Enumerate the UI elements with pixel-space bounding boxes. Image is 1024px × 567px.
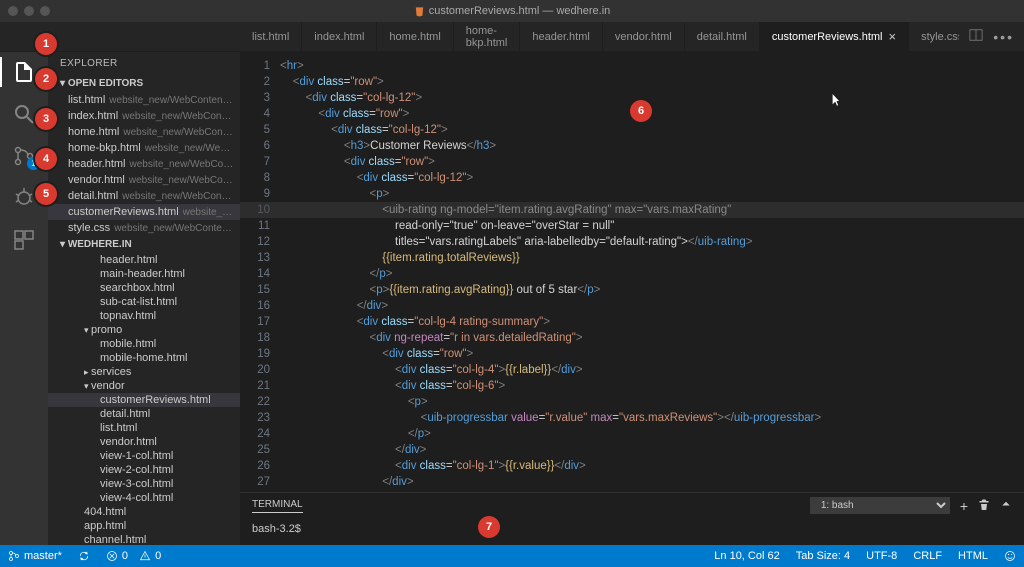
tree-file[interactable]: app.html bbox=[48, 519, 240, 533]
callout-badge: 6 bbox=[630, 100, 652, 122]
explorer-icon[interactable] bbox=[12, 60, 36, 84]
tree-file[interactable]: list.html bbox=[48, 421, 240, 435]
editor-tab[interactable]: list.html bbox=[240, 22, 302, 51]
window-titlebar: customerReviews.html — wedhere.in bbox=[0, 0, 1024, 22]
project-root[interactable]: ▾ WEDHERE.IN bbox=[48, 236, 240, 253]
editor-tab[interactable]: header.html bbox=[520, 22, 602, 51]
tree-file[interactable]: topnav.html bbox=[48, 309, 240, 323]
tree-file[interactable]: channel.html bbox=[48, 533, 240, 545]
open-editor-item[interactable]: style.css website_new/WebContent/css bbox=[48, 220, 240, 236]
new-terminal-icon[interactable]: + bbox=[960, 498, 968, 514]
terminal-selector[interactable]: 1: bash bbox=[810, 497, 950, 514]
status-problems[interactable]: 0 0 bbox=[98, 550, 169, 562]
tree-file[interactable]: detail.html bbox=[48, 407, 240, 421]
tree-file[interactable]: 404.html bbox=[48, 505, 240, 519]
search-icon[interactable] bbox=[12, 102, 36, 126]
html-file-icon bbox=[414, 6, 425, 17]
editor-tab[interactable]: customerReviews.html× bbox=[760, 22, 909, 51]
editor-tab[interactable]: index.html bbox=[302, 22, 377, 51]
tree-file[interactable]: header.html bbox=[48, 253, 240, 267]
split-editor-icon[interactable] bbox=[969, 28, 983, 45]
open-editor-item[interactable]: detail.html website_new/WebContent/view.… bbox=[48, 188, 240, 204]
mac-max-dot[interactable] bbox=[40, 6, 50, 16]
maximize-panel-icon[interactable] bbox=[1000, 498, 1012, 513]
more-actions-icon[interactable]: ••• bbox=[993, 29, 1014, 45]
callout-badge: 7 bbox=[478, 516, 500, 538]
tree-file[interactable]: main-header.html bbox=[48, 267, 240, 281]
tab-close-icon[interactable]: × bbox=[889, 29, 897, 44]
line-gutter: 1234567891011121314151617181920212223242… bbox=[240, 52, 280, 492]
sidebar: EXPLORER ▾ OPEN EDITORS list.html websit… bbox=[48, 52, 240, 545]
callout-badge: 5 bbox=[35, 183, 57, 205]
callout-badge: 1 bbox=[35, 33, 57, 55]
terminal-tab[interactable]: TERMINAL bbox=[252, 499, 303, 513]
status-encoding[interactable]: UTF-8 bbox=[858, 550, 905, 562]
tree-folder[interactable]: promo bbox=[48, 323, 240, 337]
extensions-icon[interactable] bbox=[12, 228, 36, 252]
mac-close-dot[interactable] bbox=[8, 6, 18, 16]
terminal-panel: TERMINAL 1: bash + bash-3.2$ bbox=[240, 492, 1024, 545]
kill-terminal-icon[interactable] bbox=[978, 498, 990, 513]
open-editor-item[interactable]: home-bkp.html website_new/WebContent... bbox=[48, 140, 240, 156]
editor-tab[interactable]: style.css bbox=[909, 22, 959, 51]
editor-tab[interactable]: detail.html bbox=[685, 22, 760, 51]
callout-badge: 4 bbox=[35, 148, 57, 170]
open-editor-item[interactable]: home.html website_new/WebContent/views bbox=[48, 124, 240, 140]
status-language[interactable]: HTML bbox=[950, 550, 996, 562]
editor-tab[interactable]: vendor.html bbox=[603, 22, 685, 51]
tree-file[interactable]: customerReviews.html bbox=[48, 393, 240, 407]
tree-file[interactable]: searchbox.html bbox=[48, 281, 240, 295]
open-editor-item[interactable]: customerReviews.html website_new/We... bbox=[48, 204, 240, 220]
debug-icon[interactable] bbox=[12, 186, 36, 210]
tree-folder[interactable]: services bbox=[48, 365, 240, 379]
mouse-cursor-icon bbox=[830, 92, 846, 113]
tree-file[interactable]: vendor.html bbox=[48, 435, 240, 449]
tree-folder[interactable]: vendor bbox=[48, 379, 240, 393]
scm-icon[interactable]: 1 bbox=[12, 144, 36, 168]
tree-file[interactable]: view-3-col.html bbox=[48, 477, 240, 491]
callout-badge: 3 bbox=[35, 108, 57, 130]
status-sync[interactable] bbox=[70, 550, 98, 562]
editor-tab[interactable]: home-bkp.html bbox=[454, 22, 521, 51]
tree-file[interactable]: mobile-home.html bbox=[48, 351, 240, 365]
open-editor-item[interactable]: header.html website_new/WebContent/vie..… bbox=[48, 156, 240, 172]
tree-file[interactable]: view-1-col.html bbox=[48, 449, 240, 463]
terminal-body[interactable]: bash-3.2$ bbox=[240, 518, 1024, 545]
window-title: customerReviews.html — wedhere.in bbox=[414, 5, 611, 17]
status-feedback-icon[interactable] bbox=[996, 550, 1024, 562]
status-bar: master* 0 0 Ln 10, Col 62 Tab Size: 4 UT… bbox=[0, 545, 1024, 567]
tree-file[interactable]: sub-cat-list.html bbox=[48, 295, 240, 309]
mac-min-dot[interactable] bbox=[24, 6, 34, 16]
editor-tab[interactable]: home.html bbox=[377, 22, 453, 51]
tree-file[interactable]: mobile.html bbox=[48, 337, 240, 351]
open-editor-item[interactable]: list.html website_new/WebContent/views/v… bbox=[48, 92, 240, 108]
editor-tabbar: list.htmlindex.htmlhome.htmlhome-bkp.htm… bbox=[0, 22, 1024, 52]
open-editor-item[interactable]: index.html website_new/WebContent bbox=[48, 108, 240, 124]
status-cursor-pos[interactable]: Ln 10, Col 62 bbox=[706, 550, 787, 562]
tree-file[interactable]: view-4-col.html bbox=[48, 491, 240, 505]
status-tabsize[interactable]: Tab Size: 4 bbox=[788, 550, 858, 562]
callout-badge: 2 bbox=[35, 68, 57, 90]
sidebar-title: EXPLORER bbox=[48, 52, 240, 75]
open-editors-header[interactable]: ▾ OPEN EDITORS bbox=[48, 75, 240, 92]
tree-file[interactable]: view-2-col.html bbox=[48, 463, 240, 477]
status-eol[interactable]: CRLF bbox=[905, 550, 950, 562]
open-editor-item[interactable]: vendor.html website_new/WebContent/vie..… bbox=[48, 172, 240, 188]
status-branch[interactable]: master* bbox=[0, 550, 70, 562]
